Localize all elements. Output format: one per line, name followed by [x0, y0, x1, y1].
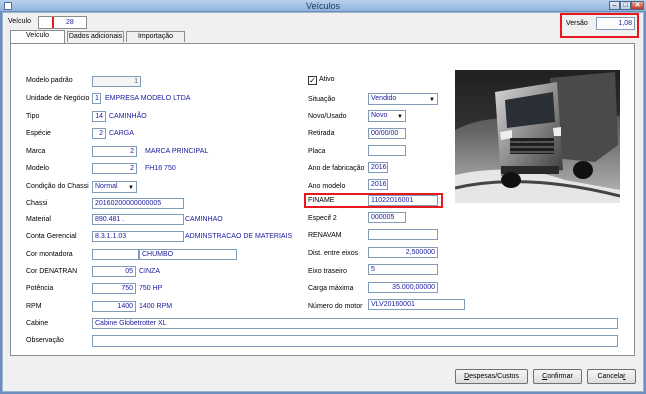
truck-photo	[455, 70, 620, 203]
maximize-button[interactable]: □	[620, 1, 631, 10]
rpm-code-field[interactable]: 1400	[92, 301, 136, 312]
modelo-padrao-label: Modelo padrão	[26, 77, 73, 84]
renavam-field[interactable]	[368, 229, 438, 240]
cor-montadora-code-field[interactable]	[92, 249, 139, 260]
placa-field[interactable]	[368, 145, 406, 156]
ativo-checkbox[interactable]: ✓	[308, 76, 317, 85]
tipo-code-field[interactable]: 14	[92, 111, 106, 122]
potencia-label: Potência	[26, 285, 54, 292]
eixo-traseiro-label: Eixo traseiro	[308, 268, 347, 275]
veiculo-label: Veículo	[8, 18, 31, 25]
tab-dados-adicionais[interactable]: Dados adicionais	[67, 31, 124, 42]
especie-label: Espécie	[26, 130, 51, 137]
unidade-code-field[interactable]: 1	[92, 93, 101, 104]
especie-name: CARGA	[109, 130, 134, 137]
versao-label: Versão	[566, 20, 588, 27]
tab-importacao[interactable]: Importação	[126, 31, 185, 42]
especie-code-field[interactable]: 2	[92, 128, 106, 139]
novo-usado-label: Novo/Usado	[308, 113, 347, 120]
ano-modelo-field[interactable]: 2016	[368, 179, 388, 190]
retirada-field[interactable]: 00/00/00	[368, 128, 406, 139]
chevron-down-icon: ▼	[397, 114, 403, 120]
observacao-field[interactable]	[92, 335, 618, 347]
chevron-down-icon: ▼	[429, 97, 435, 103]
marca-name: MARCA PRINCIPAL	[145, 148, 209, 155]
ano-fabricacao-label: Ano de fabricação	[308, 165, 365, 172]
chassi-field[interactable]: 20160200000000005	[92, 198, 184, 209]
modelo-padrao-field[interactable]: 1	[92, 76, 141, 87]
conta-name: ADMINSTRACAO DE MATERIAIS	[185, 233, 293, 240]
finame-field[interactable]: 11022016001	[368, 195, 438, 206]
unidade-name: EMPRESA MODELO LTDA	[105, 95, 191, 102]
focus-marker	[52, 17, 54, 28]
chassi-label: Chassi	[26, 200, 48, 207]
material-label: Material	[26, 216, 51, 223]
minimize-button[interactable]: –	[609, 1, 620, 10]
conta-code-field[interactable]: 8.3.1.1.03	[92, 231, 184, 242]
ano-fabricacao-field[interactable]: 2016	[368, 162, 388, 173]
cor-denatran-label: Cor DENATRAN	[26, 268, 78, 275]
potencia-name: 750 HP	[139, 285, 163, 292]
cor-montadora-name-field[interactable]: CHUMBO	[139, 249, 237, 260]
tipo-label: Tipo	[26, 113, 40, 120]
cabine-label: Cabine	[26, 320, 49, 327]
modelo-name: FH16 750	[145, 165, 176, 172]
placa-label: Placa	[308, 148, 326, 155]
renavam-label: RENAVAM	[308, 232, 342, 239]
novo-usado-select[interactable]: Novo ▼	[368, 110, 406, 122]
checkmark-icon: ✓	[309, 76, 316, 85]
cor-montadora-label: Cor montadora	[26, 251, 73, 258]
finame-label: FINAME	[308, 197, 335, 204]
marca-label: Marca	[26, 148, 46, 155]
carga-maxima-label: Carga máxima	[308, 285, 354, 292]
numero-motor-label: Número do motor	[308, 303, 363, 310]
despesas-custos-button[interactable]: Despesas/Custos	[455, 369, 528, 384]
especif2-label: Especif 2	[308, 215, 337, 222]
cabine-field[interactable]: Cabine Globetrotter XL	[92, 318, 618, 329]
conta-label: Conta Gerencial	[26, 233, 77, 240]
situacao-label: Situação	[308, 96, 336, 103]
veiculo-field[interactable]: 28	[38, 16, 87, 29]
condicao-label: Condição do Chassi	[26, 183, 89, 190]
retirada-label: Retirada	[308, 130, 335, 137]
chevron-down-icon: ▼	[128, 185, 134, 191]
modelo-code-field[interactable]: 2	[92, 163, 137, 174]
window-title: Veículos	[305, 1, 341, 11]
eixo-traseiro-field[interactable]: 5	[368, 264, 438, 275]
tipo-name: CAMINHÃO	[109, 113, 147, 120]
situacao-select[interactable]: Vendido ▼	[368, 93, 438, 105]
marca-code-field[interactable]: 2	[92, 146, 137, 157]
numero-motor-field[interactable]: VLV20160001	[368, 299, 465, 310]
ativo-label: Ativo	[319, 76, 335, 83]
close-button[interactable]: ✕	[631, 1, 644, 10]
versao-field[interactable]: 1,08	[596, 17, 635, 30]
rpm-label: RPM	[26, 303, 42, 310]
confirmar-button[interactable]: Confirmar	[533, 369, 582, 384]
dist-eixos-field[interactable]: 2,500000	[368, 247, 438, 258]
modelo-label: Modelo	[26, 165, 49, 172]
cor-denatran-code-field[interactable]: 05	[92, 266, 136, 277]
material-name: CAMINHAO	[185, 216, 223, 223]
tab-veiculo[interactable]: Veículo	[10, 30, 65, 43]
dist-eixos-label: Dist. entre eixos	[308, 250, 359, 257]
potencia-code-field[interactable]: 750	[92, 283, 136, 294]
cancelar-button[interactable]: Cancelar	[587, 369, 636, 384]
title-bar: Veículos – □ ✕	[0, 0, 646, 12]
cor-denatran-name: CINZA	[139, 268, 160, 275]
carga-maxima-field[interactable]: 35.000,00000	[368, 282, 438, 293]
unidade-label: Unidade de Negócio	[26, 95, 90, 102]
observacao-label: Observação	[26, 337, 64, 344]
especif2-field[interactable]: 000005	[368, 212, 406, 223]
material-code-field[interactable]: 890.481 .	[92, 214, 184, 225]
ano-modelo-label: Ano modelo	[308, 183, 346, 190]
condicao-select[interactable]: Normal ▼	[92, 181, 137, 193]
rpm-name: 1400 RPM	[139, 303, 173, 310]
